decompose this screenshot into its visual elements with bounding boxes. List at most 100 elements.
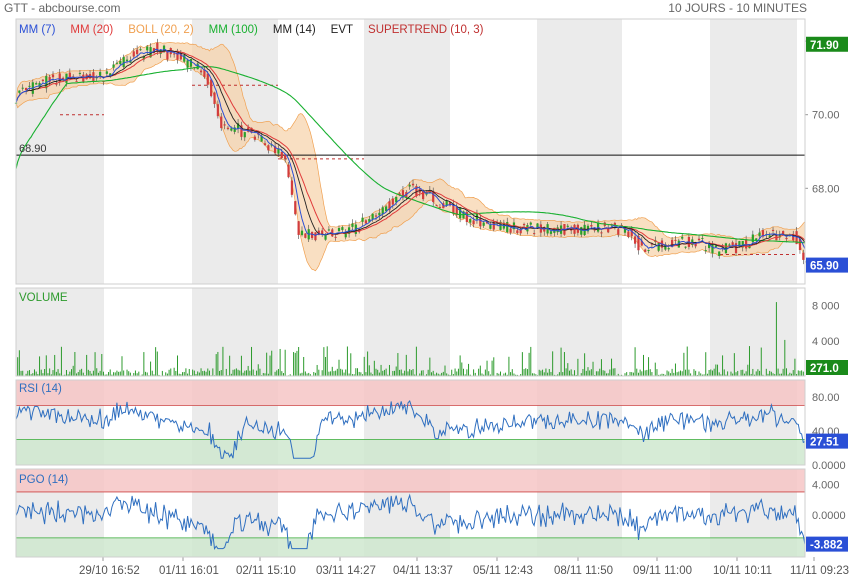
candle-body	[522, 223, 526, 226]
rsi-tick-label: 0.0000	[812, 460, 846, 472]
candle-body	[263, 143, 267, 146]
candle-body	[617, 229, 620, 235]
rsi-tick-label: 80.00	[812, 392, 840, 404]
x-tick-label: 09/11 11:00	[633, 565, 692, 577]
legend-item: MM (20)	[70, 24, 113, 36]
candle-body	[627, 231, 630, 237]
candle-body	[408, 184, 411, 187]
candle-body	[28, 85, 31, 87]
candle-body	[206, 73, 209, 85]
candle-body	[351, 223, 354, 227]
candle-body	[287, 164, 290, 178]
candle-body	[566, 225, 569, 227]
candle-body	[51, 74, 55, 78]
candle-body	[290, 180, 293, 195]
candle-body	[633, 236, 637, 244]
candle-body	[21, 87, 24, 89]
candle-body	[334, 236, 337, 238]
candle-body	[674, 239, 677, 241]
rsi-badge: 27.51	[810, 437, 839, 449]
pgo-badge: -3.882	[810, 540, 843, 552]
candle-body	[371, 213, 374, 220]
legend-item: EVT	[331, 24, 353, 36]
candle-body	[533, 233, 536, 235]
candle-body	[529, 222, 532, 225]
candle-body	[146, 46, 149, 51]
candle-body	[378, 212, 381, 216]
candle-body	[136, 49, 139, 55]
candle-body	[166, 52, 169, 60]
session-shade	[364, 288, 450, 376]
candle-body	[112, 64, 115, 68]
candle-body	[718, 251, 721, 256]
candle-body	[213, 92, 216, 105]
session-shade	[192, 288, 278, 376]
candle-body	[734, 243, 738, 254]
x-tick-label: 03/11 14:27	[316, 565, 376, 577]
candle-body	[300, 230, 304, 236]
candle-body	[186, 60, 189, 68]
legend-item: BOLL (20, 2)	[128, 24, 194, 36]
candle-body	[751, 234, 754, 243]
candle-body	[220, 116, 223, 129]
rsi-overbought-zone	[16, 380, 805, 406]
candle-body	[18, 90, 21, 93]
stock-chart[interactable]: 68.9072.0070.0068.0066.0071.9065.90MM (7…	[0, 0, 855, 580]
candle-body	[210, 79, 213, 97]
candle-body	[230, 128, 233, 131]
candle-body	[509, 228, 512, 233]
candle-body	[304, 233, 307, 238]
candle-body	[216, 104, 219, 117]
candle-body	[482, 222, 485, 226]
pgo-title: PGO (14)	[19, 474, 68, 486]
candle-body	[479, 218, 482, 227]
candle-body	[267, 145, 270, 151]
candle-body	[341, 227, 344, 230]
pgo-tick-label: 4.000	[812, 479, 840, 491]
x-tick-label: 05/11 12:43	[473, 565, 533, 577]
session-shade	[364, 19, 450, 284]
candle-body	[681, 236, 684, 239]
candle-body	[105, 71, 108, 74]
candle-body	[294, 201, 297, 215]
candle-body	[364, 220, 368, 224]
candle-body	[489, 224, 492, 229]
candle-body	[132, 51, 135, 57]
volume-badge: 271.0	[810, 363, 839, 375]
legend-item: MM (7)	[19, 24, 56, 36]
candle-body	[173, 53, 176, 55]
candle-body	[644, 249, 647, 252]
candle-body	[75, 80, 78, 82]
price-tick-label: 68.00	[812, 183, 840, 195]
candle-body	[35, 83, 38, 85]
rsi-oversold-zone	[16, 439, 805, 465]
x-tick-label: 29/10 16:52	[79, 565, 140, 577]
candle-body	[314, 232, 317, 241]
candle-body	[337, 227, 341, 232]
reference-label: 68.90	[19, 143, 47, 155]
candle-body	[745, 239, 748, 249]
candle-body	[374, 215, 378, 217]
pgo-overbought-zone	[16, 469, 805, 492]
candle-body	[697, 238, 701, 241]
candle-body	[785, 237, 788, 240]
x-tick-label: 10/11 10:11	[713, 565, 772, 577]
candle-body	[253, 136, 256, 140]
price-tick-label: 70.00	[812, 110, 840, 122]
candle-body	[327, 229, 331, 231]
candle-body	[647, 249, 650, 251]
pgo-oversold-zone	[16, 537, 805, 557]
candle-body	[122, 56, 125, 67]
candle-body	[280, 152, 283, 159]
rsi-title: RSI (14)	[19, 383, 62, 395]
candle-body	[435, 205, 438, 207]
candle-body	[771, 229, 775, 232]
candle-body	[580, 227, 583, 235]
candle-body	[223, 124, 226, 126]
candle-body	[667, 248, 670, 250]
candle-body	[701, 237, 704, 239]
session-shade	[537, 19, 622, 284]
volume-tick-label: 4 000	[812, 336, 840, 348]
candle-body	[516, 230, 519, 234]
price-badge: 71.90	[810, 40, 839, 52]
